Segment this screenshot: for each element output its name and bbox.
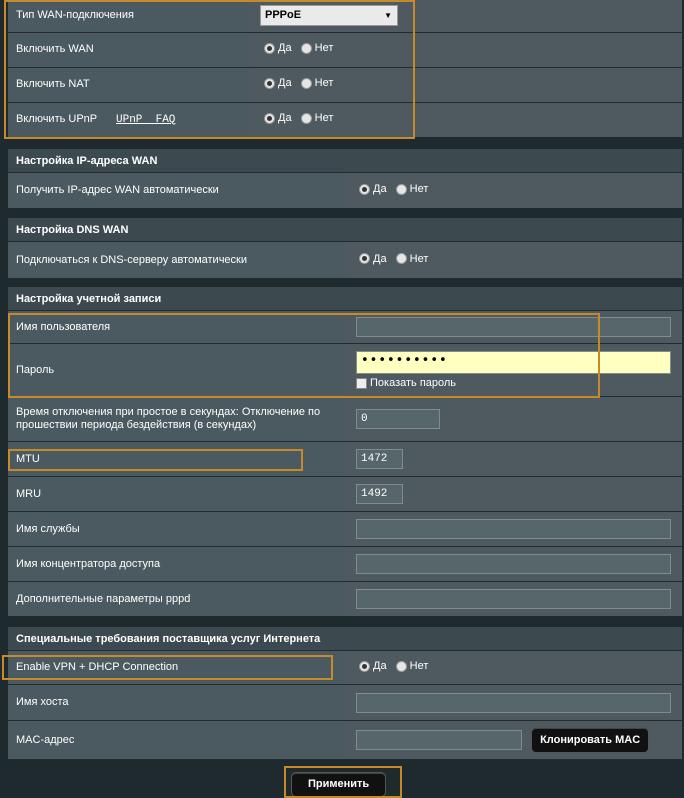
enable-upnp-label: Включить UPnP	[16, 112, 97, 125]
mtu-input[interactable]: 1472	[356, 449, 403, 469]
wan-settings-page: Тип WAN-подключения PPPoE ▼ Включить WAN…	[0, 0, 684, 798]
apply-button-wrap: Применить	[291, 772, 387, 797]
dns-section-table: Настройка DNS WAN Подключаться к DNS-сер…	[8, 218, 682, 279]
radio-off-icon	[300, 112, 312, 124]
idle-timeout-label: Время отключения при простое в секундах:…	[8, 396, 345, 442]
radio-on-icon	[264, 77, 275, 89]
mac-address-label: MAC-адрес	[8, 720, 345, 760]
mru-input[interactable]: 1492	[356, 484, 403, 504]
mru-label: MRU	[8, 476, 345, 512]
ip-auto-no[interactable]: Нет	[395, 183, 428, 195]
dns-auto-no[interactable]: Нет	[395, 253, 428, 265]
password-input[interactable]: ••••••••••	[356, 351, 671, 374]
show-password-checkbox[interactable]	[356, 377, 367, 389]
mac-address-input[interactable]	[356, 730, 522, 751]
wan-type-select[interactable]: PPPoE ▼	[260, 5, 398, 27]
radio-off-icon	[395, 183, 407, 195]
ac-name-input[interactable]	[356, 554, 671, 574]
enable-nat-yes[interactable]: Да	[264, 77, 292, 89]
apply-button[interactable]: Применить	[291, 772, 387, 797]
ip-section-table: Настройка IP-адреса WAN Получить IP-адре…	[8, 149, 682, 209]
ac-name-label: Имя концентратора доступа	[8, 546, 345, 582]
wan-basic-table: Тип WAN-подключения PPPoE ▼ Включить WAN…	[8, 0, 682, 138]
service-name-input[interactable]	[356, 519, 671, 539]
wan-type-label: Тип WAN-подключения	[8, 0, 250, 33]
ip-auto-label: Получить IP-адрес WAN автоматически	[8, 172, 345, 209]
clone-mac-button[interactable]: Клонировать MAC	[531, 727, 650, 753]
isp-section-header: Специальные требования поставщика услуг …	[8, 627, 682, 651]
isp-section-table: Специальные требования поставщика услуг …	[8, 627, 682, 760]
dns-auto-label: Подключаться к DNS-серверу автоматически	[8, 241, 345, 279]
account-section-table: Настройка учетной записи Имя пользовател…	[8, 287, 682, 617]
username-input[interactable]	[356, 317, 671, 337]
show-password-label: Показать пароль	[370, 377, 457, 389]
radio-off-icon	[395, 660, 407, 672]
dns-section-header: Настройка DNS WAN	[8, 218, 682, 242]
radio-on-icon	[264, 42, 275, 54]
enable-upnp-cell: Включить UPnP UPnP FAQ	[8, 102, 250, 138]
password-label: Пароль	[8, 343, 345, 397]
radio-on-icon	[264, 112, 275, 124]
service-name-label: Имя службы	[8, 511, 345, 547]
enable-wan-no[interactable]: Нет	[300, 42, 333, 54]
radio-on-icon	[359, 183, 370, 195]
account-section-header: Настройка учетной записи	[8, 287, 682, 311]
pppd-options-input[interactable]	[356, 589, 671, 609]
username-label: Имя пользователя	[8, 310, 345, 344]
vpn-dhcp-yes[interactable]: Да	[359, 660, 387, 672]
vpn-dhcp-label: Enable VPN + DHCP Connection	[8, 650, 345, 685]
enable-wan-yes[interactable]: Да	[264, 42, 292, 54]
radio-on-icon	[359, 253, 370, 265]
vpn-dhcp-no[interactable]: Нет	[395, 660, 428, 672]
enable-nat-no[interactable]: Нет	[300, 77, 333, 89]
radio-off-icon	[395, 253, 407, 265]
radio-on-icon	[359, 660, 370, 672]
enable-wan-label: Включить WAN	[8, 32, 250, 68]
enable-upnp-yes[interactable]: Да	[264, 112, 292, 124]
ip-auto-yes[interactable]: Да	[359, 183, 387, 195]
radio-off-icon	[300, 42, 312, 54]
mtu-label: MTU	[8, 441, 345, 477]
chevron-down-icon: ▼	[384, 11, 392, 21]
enable-nat-label: Включить NAT	[8, 67, 250, 103]
upnp-faq-link[interactable]: UPnP FAQ	[116, 114, 175, 126]
radio-off-icon	[300, 77, 312, 89]
ip-section-header: Настройка IP-адреса WAN	[8, 149, 682, 173]
dns-auto-yes[interactable]: Да	[359, 253, 387, 265]
hostname-input[interactable]	[356, 692, 671, 713]
enable-upnp-no[interactable]: Нет	[300, 112, 333, 124]
hostname-label: Имя хоста	[8, 684, 345, 721]
pppd-options-label: Дополнительные параметры pppd	[8, 581, 345, 617]
idle-timeout-input[interactable]: 0	[356, 409, 440, 429]
